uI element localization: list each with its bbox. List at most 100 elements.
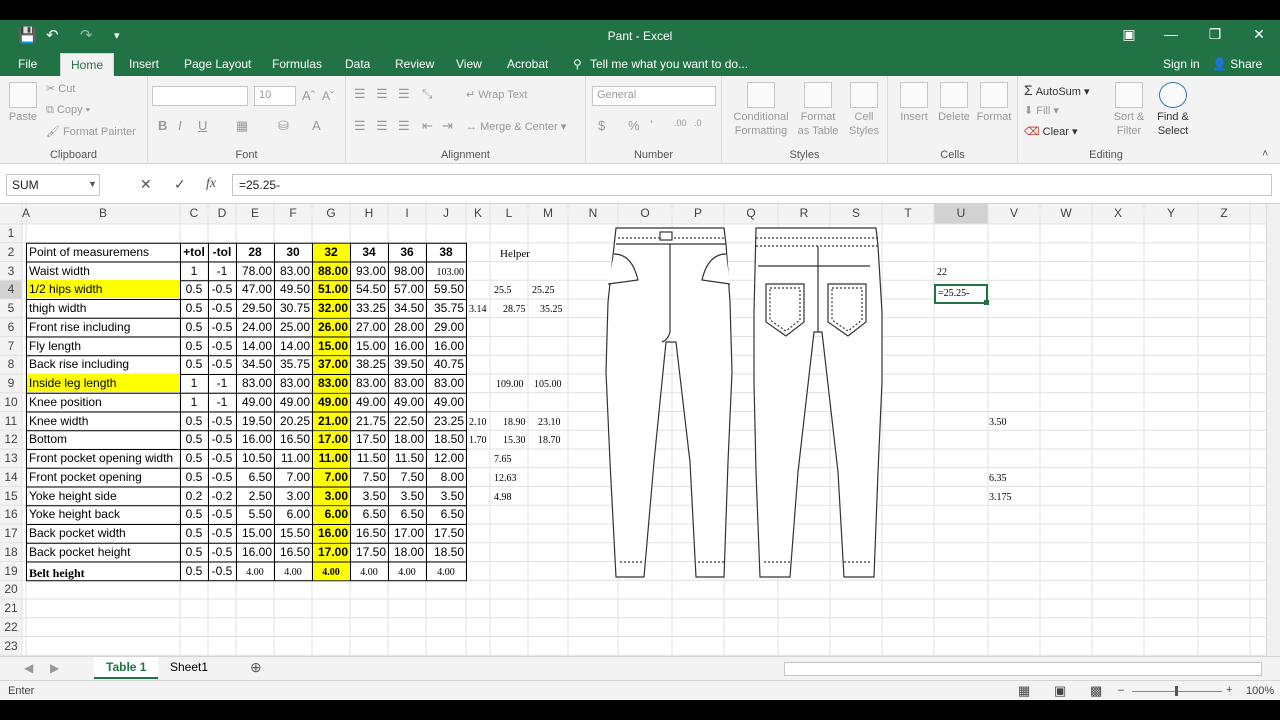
worksheet-grid[interactable]: A B C D E F G H I J K L M N O P Q R S T U V W X Y Z 1 2 3 4 5 6 7 8 9 10 11 1…: [0, 204, 1280, 656]
column-header[interactable]: L: [490, 206, 528, 220]
table-cell[interactable]: -0.5: [208, 280, 236, 298]
table-cell[interactable]: -1: [208, 374, 236, 392]
table-row-label[interactable]: Front pocket opening: [27, 468, 180, 486]
table-header[interactable]: 32: [312, 243, 350, 261]
column-header[interactable]: R: [778, 206, 830, 220]
table-cell[interactable]: 3.00: [274, 487, 312, 505]
table-cell[interactable]: 2.50: [236, 487, 274, 505]
column-header[interactable]: D: [208, 206, 236, 220]
column-header[interactable]: U: [934, 206, 988, 220]
zoom-in-icon[interactable]: +: [1226, 684, 1232, 696]
format-cells-button[interactable]: Format: [974, 82, 1014, 124]
insert-cells-button[interactable]: Insert: [894, 82, 934, 124]
table-cell[interactable]: -0.5: [208, 299, 236, 317]
table-cell[interactable]: -0.5: [208, 468, 236, 486]
table-cell[interactable]: 15.00: [350, 337, 388, 355]
table-cell[interactable]: 33.25: [350, 299, 388, 317]
prev-sheet-icon[interactable]: ◀: [24, 661, 33, 675]
table-cell[interactable]: 17.50: [350, 543, 388, 561]
side-cell[interactable]: 3.50: [989, 412, 1037, 432]
grow-font-icon[interactable]: Aˆ: [302, 88, 315, 103]
table-cell[interactable]: 16.00: [388, 337, 426, 355]
tab-home[interactable]: Home: [60, 53, 115, 76]
table-cell[interactable]: 24.00: [236, 318, 274, 336]
table-cell[interactable]: 0.5: [180, 468, 208, 486]
table-cell[interactable]: 49.00: [274, 393, 312, 411]
fill-handle[interactable]: [984, 300, 989, 305]
row-header[interactable]: 21: [0, 601, 22, 615]
row-header[interactable]: 13: [0, 451, 22, 465]
find-select-button[interactable]: Find & Select: [1152, 82, 1194, 138]
table-cell[interactable]: 6.00: [274, 505, 312, 523]
table-cell[interactable]: 6.50: [426, 505, 466, 523]
clear-button[interactable]: ⌫ Clear ▾: [1024, 125, 1078, 138]
table-row-label[interactable]: Inside leg length: [27, 374, 180, 392]
table-row-label[interactable]: Fly length: [27, 337, 180, 355]
table-cell[interactable]: 49.00: [236, 393, 274, 411]
row-header[interactable]: 12: [0, 432, 22, 446]
table-cell[interactable]: -0.2: [208, 487, 236, 505]
paste-button[interactable]: Paste: [6, 82, 40, 124]
table-cell[interactable]: 11.50: [388, 449, 426, 467]
table-cell[interactable]: 4.00: [350, 562, 388, 582]
italic-icon[interactable]: I: [178, 118, 182, 133]
column-header[interactable]: T: [882, 206, 934, 220]
tab-page-layout[interactable]: Page Layout: [184, 57, 251, 71]
decrease-decimal-icon[interactable]: .0: [694, 118, 702, 128]
row-header[interactable]: 16: [0, 507, 22, 521]
table-cell[interactable]: 0.2: [180, 487, 208, 505]
table-cell[interactable]: 12.00: [426, 449, 466, 467]
table-cell[interactable]: -0.5: [208, 355, 236, 373]
font-size-dropdown[interactable]: 10: [254, 86, 296, 106]
table-cell[interactable]: -0.5: [208, 412, 236, 430]
table-cell[interactable]: 0.5: [180, 505, 208, 523]
table-cell[interactable]: 0.5: [180, 280, 208, 298]
name-box-dropdown-icon[interactable]: ▼: [88, 179, 97, 189]
ribbon-display-icon[interactable]: ▣: [1114, 26, 1144, 43]
table-cell[interactable]: 22.50: [388, 412, 426, 430]
tab-file[interactable]: File: [18, 57, 37, 71]
table-cell[interactable]: 11.00: [274, 449, 312, 467]
shrink-font-icon[interactable]: Aˇ: [322, 89, 334, 103]
table-cell[interactable]: 0.5: [180, 449, 208, 467]
table-cell[interactable]: 34.50: [388, 299, 426, 317]
table-cell[interactable]: 34.50: [236, 355, 274, 373]
number-format-dropdown[interactable]: General: [592, 86, 716, 106]
side-cell[interactable]: 6.35: [989, 468, 1037, 488]
table-cell[interactable]: 4.00: [274, 562, 312, 582]
fill-button[interactable]: ⬇ Fill ▾: [1024, 104, 1059, 117]
table-cell[interactable]: 7.50: [350, 468, 388, 486]
table-cell[interactable]: 11.00: [312, 449, 350, 467]
tab-acrobat[interactable]: Acrobat: [507, 57, 548, 71]
name-box[interactable]: SUM: [6, 174, 100, 196]
table-cell[interactable]: 27.00: [350, 318, 388, 336]
column-header[interactable]: S: [830, 206, 882, 220]
table-cell[interactable]: 17.50: [350, 430, 388, 448]
helper-cell[interactable]: 35.25: [540, 299, 588, 319]
column-header[interactable]: F: [274, 206, 312, 220]
row-header[interactable]: 19: [0, 564, 22, 578]
underline-icon[interactable]: U: [198, 118, 207, 133]
table-row-label[interactable]: Back rise including: [27, 355, 180, 373]
table-cell[interactable]: 83.00: [274, 374, 312, 392]
table-cell[interactable]: 0.5: [180, 337, 208, 355]
tab-formulas[interactable]: Formulas: [272, 57, 322, 71]
table-header[interactable]: 36: [388, 243, 426, 261]
column-header[interactable]: P: [672, 206, 724, 220]
table-row-label[interactable]: Belt height: [27, 562, 180, 582]
table-cell[interactable]: 83.00: [236, 374, 274, 392]
table-cell[interactable]: 0.5: [180, 430, 208, 448]
column-header[interactable]: W: [1040, 206, 1092, 220]
table-row-label[interactable]: Waist width: [27, 262, 180, 280]
table-cell[interactable]: 29.50: [236, 299, 274, 317]
currency-icon[interactable]: $: [598, 118, 605, 133]
table-cell[interactable]: 30.75: [274, 299, 312, 317]
helper-cell[interactable]: 23.10: [538, 412, 586, 432]
table-cell[interactable]: -0.5: [208, 449, 236, 467]
table-cell[interactable]: -0.5: [208, 430, 236, 448]
side-cell[interactable]: 22: [937, 262, 985, 282]
table-cell[interactable]: 5.50: [236, 505, 274, 523]
table-cell[interactable]: 6.50: [236, 468, 274, 486]
table-cell[interactable]: 11.50: [350, 449, 388, 467]
cell-styles-button[interactable]: Cell Styles: [844, 82, 884, 138]
